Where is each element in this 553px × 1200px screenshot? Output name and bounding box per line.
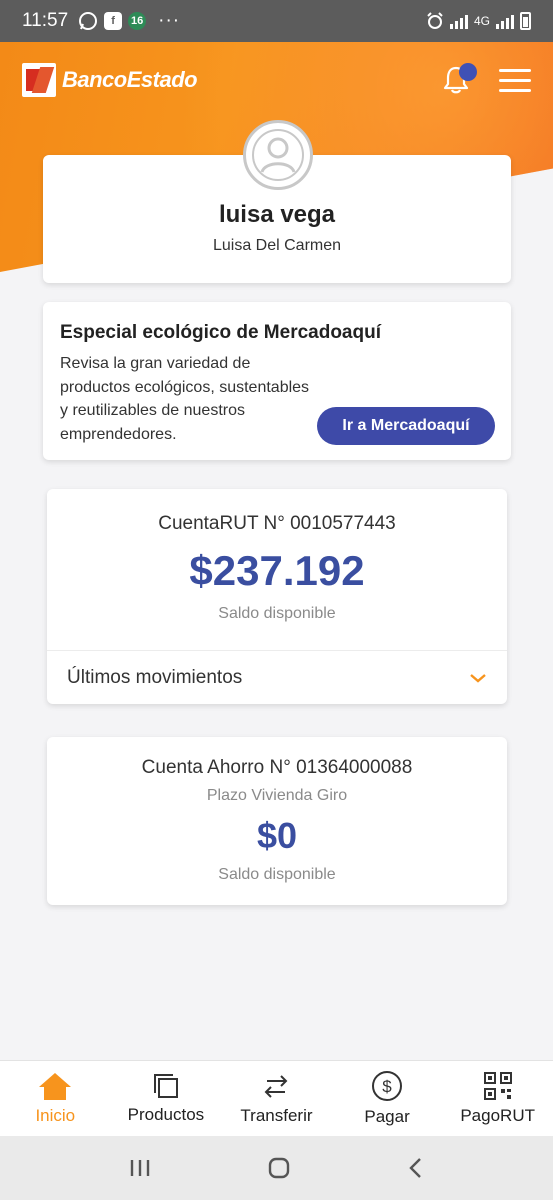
promo-title: Especial ecológico de Mercadoaquí <box>60 322 381 343</box>
alarm-icon <box>427 12 443 29</box>
pay-icon: $ <box>372 1071 403 1101</box>
menu-line <box>499 68 531 72</box>
mercadoaqui-button[interactable]: Ir a Mercadoaquí <box>317 407 495 445</box>
qr-icon <box>483 1072 512 1100</box>
account-title: CuentaRUT N° 0010577443 <box>158 513 396 534</box>
bancoestado-logo-icon <box>22 63 56 97</box>
signal-icon <box>449 13 468 29</box>
home-icon <box>39 1073 72 1100</box>
facebook-icon: f <box>104 12 123 30</box>
notification-dot <box>459 63 477 81</box>
menu-line <box>499 78 531 82</box>
brand-logo: BancoEstado <box>22 63 198 97</box>
menu-button[interactable] <box>499 68 531 92</box>
balance-caption: Saldo disponible <box>218 605 336 622</box>
whatsapp-icon <box>79 12 98 30</box>
notifications-button[interactable] <box>439 63 477 97</box>
nav-item-productos[interactable]: Productos <box>111 1061 222 1136</box>
account-title: Cuenta Ahorro N° 01364000088 <box>141 757 413 778</box>
account-balance: $237.192 <box>189 547 365 594</box>
network-type: 4G <box>473 14 490 28</box>
user-icon <box>252 129 304 181</box>
system-navigation-bar <box>0 1136 553 1200</box>
promo-card: Especial ecológico de Mercadoaquí Revisa… <box>43 302 511 460</box>
app-header: BancoEstado <box>0 42 553 118</box>
nav-label: Pagar <box>364 1107 410 1126</box>
nav-item-transferir[interactable]: Transferir <box>221 1061 332 1136</box>
bottom-nav: Inicio Productos Transferir $ Pagar Pago… <box>0 1060 553 1136</box>
account-subtitle: Plazo Vivienda Giro <box>206 787 348 804</box>
account-card-cuentarut[interactable]: CuentaRUT N° 0010577443 $237.192 Saldo d… <box>47 489 507 704</box>
system-icons: 4G <box>426 12 531 30</box>
svg-text:$: $ <box>382 1077 392 1096</box>
profile-full-name: Luisa Del Carmen <box>212 237 342 254</box>
avatar[interactable] <box>243 120 313 190</box>
nav-item-pagorut[interactable]: PagoRUT <box>442 1061 553 1136</box>
menu-line <box>499 88 531 92</box>
notification-icons: f 16 ··· <box>78 10 180 32</box>
calendar-icon: 16 <box>128 12 147 30</box>
recent-apps-icon[interactable] <box>128 1158 152 1178</box>
home-button-icon[interactable] <box>267 1156 291 1180</box>
chevron-down-icon <box>470 673 486 683</box>
account-card-ahorro[interactable]: Cuenta Ahorro N° 01364000088 Plazo Vivie… <box>47 737 507 905</box>
balance-caption: Saldo disponible <box>218 866 336 883</box>
account-balance: $0 <box>256 815 298 856</box>
status-time: 11:57 <box>22 10 69 31</box>
nav-label: Transferir <box>240 1106 313 1125</box>
nav-label: Inicio <box>35 1106 76 1125</box>
nav-item-pagar[interactable]: $ Pagar <box>332 1061 443 1136</box>
signal-icon-2 <box>496 13 514 29</box>
battery-icon <box>520 12 531 30</box>
nav-item-inicio[interactable]: Inicio <box>0 1061 111 1136</box>
status-bar: 11:57 f 16 ··· 4G <box>0 0 553 42</box>
back-icon[interactable] <box>406 1156 426 1180</box>
nav-label: PagoRUT <box>460 1106 535 1125</box>
recent-movements-toggle[interactable]: Últimos movimientos <box>47 651 507 704</box>
more-notifications-icon: ··· <box>158 10 181 31</box>
products-icon <box>153 1074 178 1098</box>
transfer-icon <box>265 1075 288 1098</box>
brand-name: BancoEstado <box>62 67 198 92</box>
recent-movements-label: Últimos movimientos <box>67 666 243 688</box>
profile-name: luisa vega <box>218 201 336 228</box>
promo-text: Revisa la gran variedad de productos eco… <box>60 355 310 443</box>
nav-label: Productos <box>127 1105 205 1124</box>
